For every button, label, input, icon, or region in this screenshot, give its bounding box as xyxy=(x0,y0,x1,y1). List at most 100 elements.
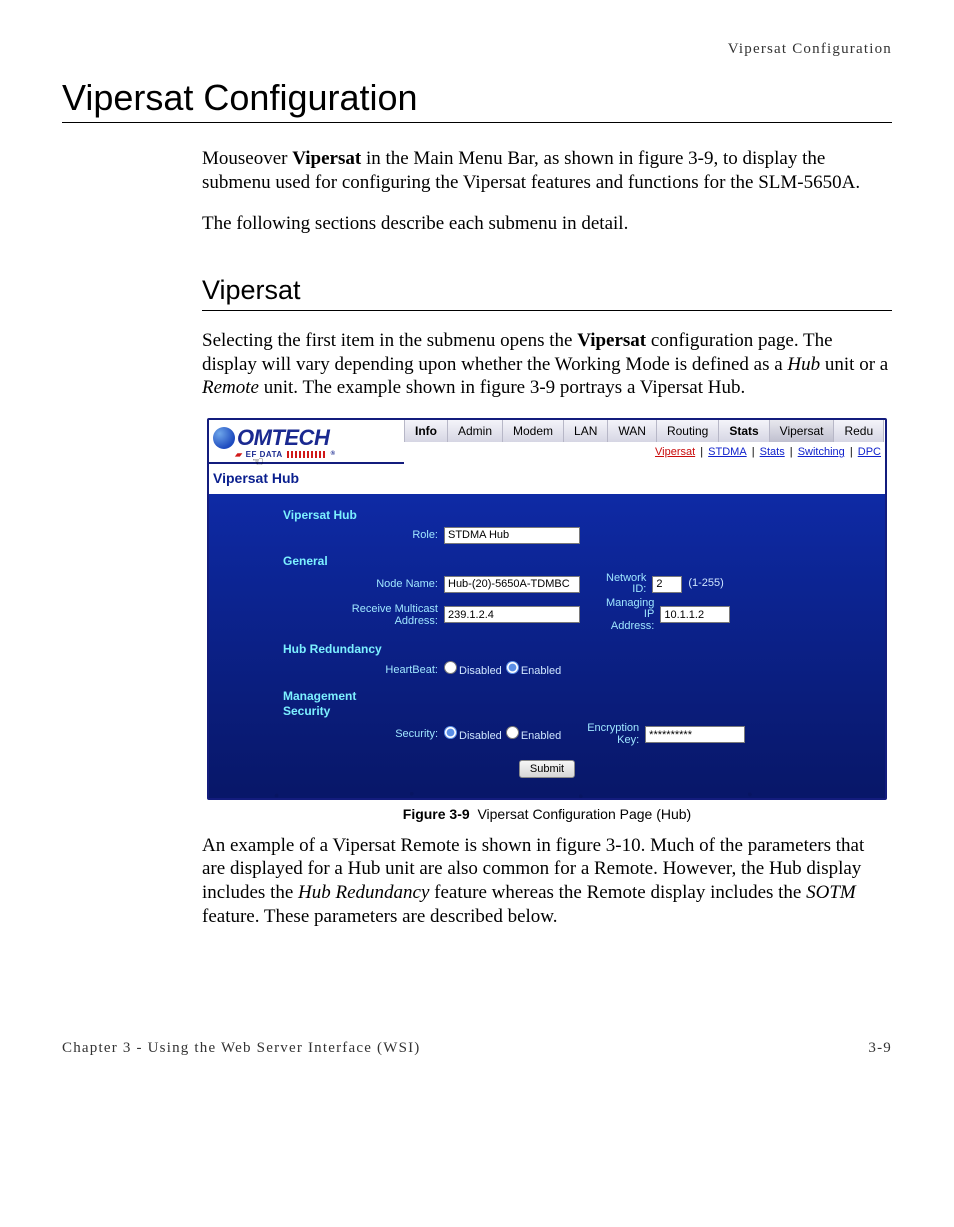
radio-input[interactable] xyxy=(506,726,519,739)
input-encryption-key[interactable] xyxy=(645,726,745,743)
running-header: Vipersat Configuration xyxy=(62,40,892,59)
text: OMTECH xyxy=(237,424,329,452)
topbar: OMTECH ▰ EF DATA ® Info Admin Modem xyxy=(209,420,885,464)
submit-button[interactable]: Submit xyxy=(519,760,575,778)
text: Enabled xyxy=(521,730,561,742)
form-panel: Vipersat Hub Role: General Node Name: Ne… xyxy=(209,494,885,793)
sub-paragraph-1: Selecting the first item in the submenu … xyxy=(202,329,892,400)
radio-security: Disabled Enabled xyxy=(444,726,561,744)
text: Enabled xyxy=(521,665,561,677)
bold-vipersat: Vipersat xyxy=(577,330,646,351)
page-title: Vipersat Hub xyxy=(209,464,885,494)
radio-heartbeat-disabled[interactable]: Disabled xyxy=(444,661,502,679)
section-heading: Vipersat Configuration xyxy=(62,75,892,123)
group-vipersat-hub: Vipersat Hub xyxy=(219,500,875,525)
subnav-dpc[interactable]: DPC xyxy=(858,446,881,458)
subnav-stdma[interactable]: STDMA xyxy=(708,446,747,458)
separator: | xyxy=(845,446,858,458)
label-managing-ip: Managing IP Address: xyxy=(580,598,660,633)
hint-network-id: (1-255) xyxy=(682,577,723,591)
subnav-switching[interactable]: Switching xyxy=(798,446,845,458)
figure-title: Vipersat Configuration Page (Hub) xyxy=(477,806,691,822)
text: unit or a xyxy=(820,354,888,375)
row-node-name: Node Name: Network ID: (1-255) xyxy=(219,573,875,596)
input-role[interactable] xyxy=(444,527,580,544)
subsection-heading: Vipersat xyxy=(202,274,892,311)
menu-info[interactable]: Info xyxy=(404,420,447,442)
group-hub-redundancy: Hub Redundancy xyxy=(219,634,875,659)
menu-stats[interactable]: Stats xyxy=(718,420,768,442)
italic-sotm: SOTM xyxy=(806,882,856,903)
label-encryption-key: Encryption Key: xyxy=(561,723,645,746)
intro-paragraph-2: The following sections describe each sub… xyxy=(202,212,892,236)
subnav: Vipersat | STDMA | Stats | Switching | D… xyxy=(655,446,881,460)
radio-security-disabled[interactable]: Disabled xyxy=(444,726,502,744)
logo-name: OMTECH xyxy=(213,424,329,452)
page-footer: Chapter 3 - Using the Web Server Interfa… xyxy=(62,1039,892,1058)
logo: OMTECH ▰ EF DATA ® xyxy=(209,420,404,461)
label-heartbeat: HeartBeat: xyxy=(219,664,444,676)
label-recv-mcast: Receive Multicast Address: xyxy=(219,603,444,627)
menu-vipersat[interactable]: Vipersat xyxy=(769,420,834,442)
row-role: Role: xyxy=(219,527,875,544)
input-network-id[interactable] xyxy=(652,576,682,593)
input-managing-ip[interactable] xyxy=(660,606,730,623)
bars-icon xyxy=(287,451,327,458)
globe-icon xyxy=(213,427,235,449)
submenu: Vipersat | STDMA | Stats | Switching | D… xyxy=(404,442,885,464)
label-security: Security: xyxy=(219,728,444,740)
radio-input[interactable] xyxy=(506,661,519,674)
menu-modem[interactable]: Modem xyxy=(502,420,563,442)
label-network-id: Network ID: xyxy=(580,573,652,596)
group-mgmt-security: Management Security xyxy=(219,681,875,721)
label-role: Role: xyxy=(219,529,444,541)
footer-chapter: Chapter 3 - Using the Web Server Interfa… xyxy=(62,1039,421,1058)
subnav-vipersat[interactable]: Vipersat xyxy=(655,446,695,458)
content-area: Vipersat Hub Role: General Node Name: Ne… xyxy=(209,494,885,799)
text: unit. The example shown in figure 3-9 po… xyxy=(259,377,745,398)
menubar: Info Admin Modem LAN WAN Routing Stats V… xyxy=(404,420,885,464)
row-heartbeat: HeartBeat: Disabled Enabled xyxy=(219,661,875,679)
row-recv-mcast: Receive Multicast Address: Managing IP A… xyxy=(219,598,875,633)
torn-edge-decoration xyxy=(209,792,885,798)
text: Disabled xyxy=(459,730,502,742)
radio-security-enabled[interactable]: Enabled xyxy=(506,726,561,744)
radio-heartbeat-enabled[interactable]: Enabled xyxy=(506,661,561,679)
text: Disabled xyxy=(459,665,502,677)
intro-paragraph-1: Mouseover Vipersat in the Main Menu Bar,… xyxy=(202,147,892,195)
figure-caption: Figure 3-9 Vipersat Configuration Page (… xyxy=(202,806,892,824)
footer-page-number: 3-9 xyxy=(868,1039,892,1058)
main-menu: Info Admin Modem LAN WAN Routing Stats V… xyxy=(404,420,885,442)
text: EF DATA xyxy=(246,450,283,460)
separator: | xyxy=(747,446,760,458)
radio-heartbeat: Disabled Enabled xyxy=(444,661,561,679)
menu-admin[interactable]: Admin xyxy=(447,420,502,442)
row-security: Security: Disabled Enabled Encryption Ke… xyxy=(219,723,875,746)
text: feature. These parameters are described … xyxy=(202,906,558,927)
group-general: General xyxy=(219,546,875,571)
figure-3-9: OMTECH ▰ EF DATA ® Info Admin Modem xyxy=(202,418,892,824)
separator: | xyxy=(695,446,708,458)
radio-input[interactable] xyxy=(444,726,457,739)
menu-routing[interactable]: Routing xyxy=(656,420,718,442)
slash-icon: ▰ xyxy=(235,450,242,460)
input-node-name[interactable] xyxy=(444,576,580,593)
bold-vipersat: Vipersat xyxy=(292,148,361,169)
italic-remote: Remote xyxy=(202,377,259,398)
registered-mark: ® xyxy=(331,451,336,459)
subnav-stats[interactable]: Stats xyxy=(760,446,785,458)
input-recv-mcast[interactable] xyxy=(444,606,580,623)
text: Mouseover xyxy=(202,148,292,169)
menu-wan[interactable]: WAN xyxy=(607,420,656,442)
text: feature whereas the Remote display inclu… xyxy=(429,882,806,903)
menu-redundancy[interactable]: Redu xyxy=(833,420,884,442)
italic-hub-redundancy: Hub Redundancy xyxy=(298,882,429,903)
label-node-name: Node Name: xyxy=(219,578,444,590)
vipersat-config-window: OMTECH ▰ EF DATA ® Info Admin Modem xyxy=(207,418,887,800)
italic-hub: Hub xyxy=(787,354,820,375)
menu-lan[interactable]: LAN xyxy=(563,420,607,442)
separator: | xyxy=(785,446,798,458)
after-figure-paragraph: An example of a Vipersat Remote is shown… xyxy=(202,834,892,929)
radio-input[interactable] xyxy=(444,661,457,674)
text: Selecting the first item in the submenu … xyxy=(202,330,577,351)
